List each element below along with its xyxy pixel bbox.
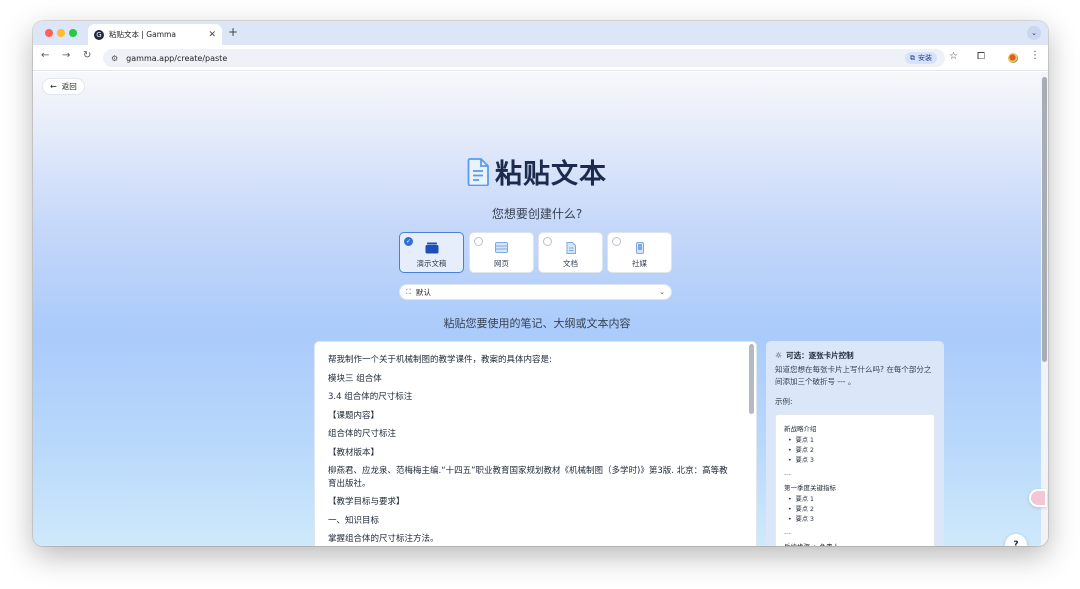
page-content: ← 返回 粘贴文本 您想要创建什么? ✓ 演示文稿 网页 文档 社媒 ⛶ 默认 … — [33, 72, 1048, 546]
example-bullet-list: 要点 1要点 2要点 3 — [784, 436, 926, 466]
forward-arrow-icon[interactable]: → — [62, 50, 70, 61]
tips-panel: ☼ 可选：逐张卡片控制 知道您想在每张卡片上写什么吗? 在每个部分之间添加三个破… — [766, 341, 944, 546]
side-widget-button[interactable] — [1029, 489, 1047, 507]
lightbulb-icon: ☼ — [775, 351, 783, 360]
editor-line: 3.4 组合体的尺寸标注 — [328, 392, 413, 402]
paste-text-editor[interactable]: 帮我制作一个关于机械制图的教学课件，教案的具体内容是: 模块三 组合体 3.4 组合… — [314, 341, 757, 546]
help-button[interactable]: ? — [1005, 534, 1027, 546]
back-button[interactable]: ← 返回 — [42, 78, 85, 95]
reload-icon[interactable]: ↻ — [83, 50, 91, 61]
install-app-button[interactable]: ⧉ 安装 — [905, 52, 937, 64]
example-bullet: 要点 3 — [788, 456, 926, 466]
editor-line: 【课题内容】 — [328, 410, 380, 421]
chevron-down-icon: ⌄ — [659, 288, 665, 296]
tab-strip: G 粘贴文本 | Gamma ✕ + ⌄ — [33, 21, 1048, 45]
type-label-document: 文档 — [563, 259, 578, 268]
type-option-social[interactable]: 社媒 — [607, 232, 672, 273]
site-settings-icon[interactable]: ⚙ — [111, 54, 118, 63]
paste-heading: 粘贴您要使用的笔记、大纲或文本内容 — [443, 317, 631, 330]
maximize-window-button[interactable] — [69, 29, 77, 37]
tab-title: 粘贴文本 | Gamma — [109, 30, 176, 39]
editor-line: 组合体的尺寸标注 — [328, 429, 397, 439]
webpage-icon — [470, 242, 533, 253]
editor-line: 柳燕君、应龙泉、范梅梅主编.“十四五”职业教育国家规划教材《机械制图（多学时)》… — [328, 466, 728, 489]
editor-scrollbar[interactable] — [749, 344, 754, 546]
type-label-presentation: 演示文稿 — [416, 259, 447, 268]
editor-line: 模块三 组合体 — [328, 373, 382, 384]
close-window-button[interactable] — [45, 29, 53, 37]
example-separator: --- — [784, 470, 792, 478]
tab-close-icon[interactable]: ✕ — [208, 30, 216, 40]
theme-select-value: 默认 — [415, 287, 431, 297]
install-icon: ⧉ — [910, 53, 915, 62]
example-separator: --- — [784, 529, 792, 537]
editor-line: 帮我制作一个关于机械制图的教学课件，教案的具体内容是: — [328, 355, 552, 365]
create-question: 您想要创建什么? — [491, 207, 583, 221]
document-icon — [539, 242, 602, 254]
bookmark-star-icon[interactable]: ☆ — [949, 51, 958, 62]
url-text[interactable]: gamma.app/create/paste — [126, 54, 905, 63]
tab-search-chevron-icon[interactable]: ⌄ — [1027, 26, 1041, 40]
example-bullet-list: 要点 1要点 2要点 3 — [784, 495, 926, 525]
minimize-window-button[interactable] — [57, 29, 65, 37]
example-bullet: 要点 1 — [788, 436, 926, 446]
document-text-icon — [467, 157, 489, 186]
back-button-label: 返回 — [61, 82, 77, 91]
tips-description: 知道您想在每张卡片上写什么吗? 在每个部分之间添加三个破折号 --- 。 — [775, 365, 932, 386]
page-scrollbar[interactable] — [1041, 72, 1048, 546]
presentation-icon — [400, 242, 463, 254]
arrow-left-icon: ← — [50, 82, 57, 91]
browser-window: G 粘贴文本 | Gamma ✕ + ⌄ ← → ↻ ⚙ gamma.app/c… — [33, 21, 1048, 546]
example-bullet: 要点 3 — [788, 515, 926, 525]
type-option-document[interactable]: 文档 — [538, 232, 603, 273]
example-bullet: 要点 2 — [788, 446, 926, 456]
example-heading: 新战略介绍 — [784, 425, 817, 433]
theme-icon: ⛶ — [406, 287, 411, 296]
editor-line: 【教学目标与要求】 — [328, 497, 405, 507]
tips-example-label: 示例: — [775, 397, 793, 406]
editor-line: 【教材版本】 — [328, 447, 380, 458]
browser-menu-kebab-icon[interactable]: ⋮ — [1030, 50, 1040, 61]
tips-example-box: 新战略介绍要点 1要点 2要点 3---第一季度关键指标要点 1要点 2要点 3… — [775, 414, 935, 546]
type-label-social: 社媒 — [632, 259, 647, 268]
title-row: 粘贴文本 — [33, 152, 1041, 191]
theme-select[interactable]: ⛶ 默认 ⌄ — [399, 284, 672, 300]
example-heading: 第一季度关键指标 — [784, 484, 836, 492]
extensions-puzzle-icon[interactable]: ⧠ — [977, 51, 985, 62]
type-label-webpage: 网页 — [494, 259, 509, 268]
back-arrow-icon[interactable]: ← — [41, 50, 49, 61]
editor-content[interactable]: 帮我制作一个关于机械制图的教学课件，教案的具体内容是: 模块三 组合体 3.4 组合… — [328, 354, 733, 546]
editor-line: 掌握组合体的尺寸标注方法。 — [328, 534, 439, 544]
type-option-webpage[interactable]: 网页 — [469, 232, 534, 273]
address-bar[interactable]: ⚙ gamma.app/create/paste ⧉ 安装 — [103, 49, 945, 67]
example-bullet: 要点 1 — [788, 495, 926, 505]
editor-line: 一、知识目标 — [328, 515, 380, 526]
new-tab-plus-icon[interactable]: + — [228, 25, 238, 39]
browser-tab-active[interactable]: G 粘贴文本 | Gamma ✕ — [88, 24, 222, 45]
install-label: 安装 — [918, 54, 932, 62]
tips-title-text: 可选：逐张卡片控制 — [786, 351, 854, 360]
type-option-presentation[interactable]: ✓ 演示文稿 — [399, 232, 464, 273]
example-heading: 后续步骤 + 负责人 — [784, 541, 926, 546]
gamma-favicon-icon: G — [94, 29, 104, 40]
address-toolbar: ← → ↻ ⚙ gamma.app/create/paste ⧉ 安装 ☆ ⧠ … — [33, 45, 1048, 71]
example-bullet: 要点 2 — [788, 505, 926, 515]
profile-avatar-icon[interactable] — [1008, 53, 1018, 63]
tips-title: ☼ 可选：逐张卡片控制 — [775, 350, 854, 361]
social-icon — [608, 242, 671, 254]
page-title: 粘贴文本 — [495, 159, 607, 190]
